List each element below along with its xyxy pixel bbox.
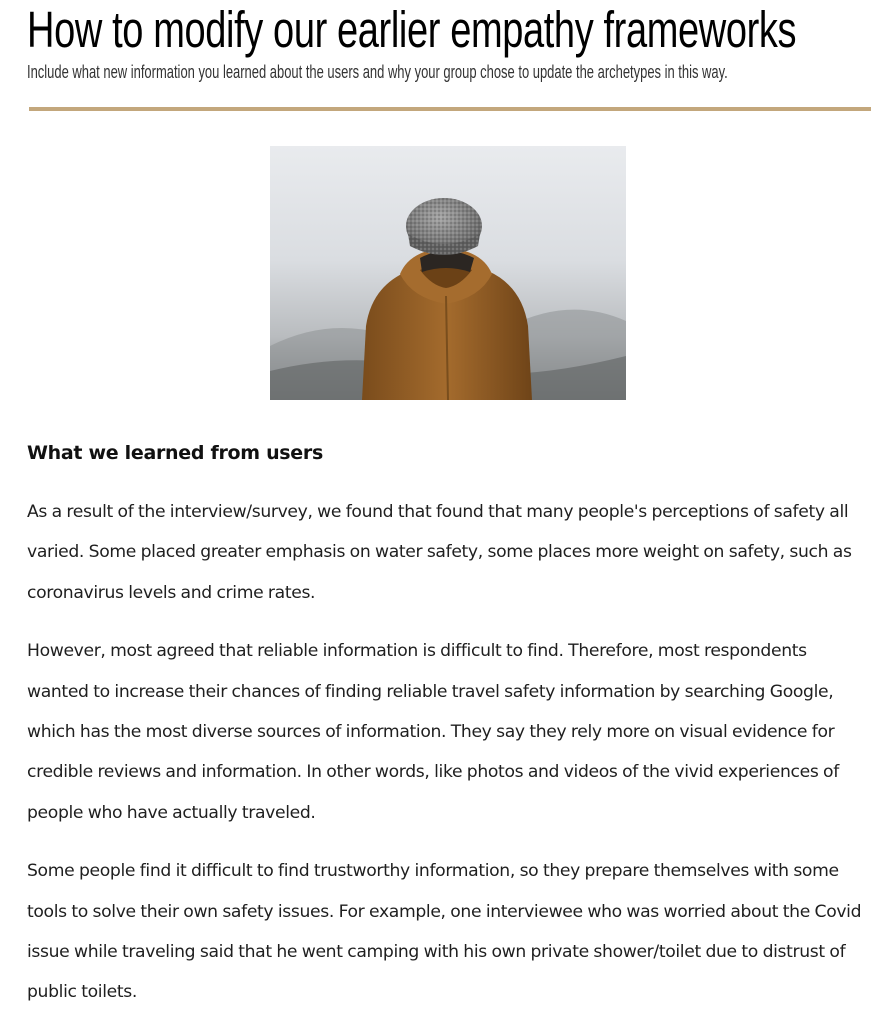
paragraph-reliable-information: However, most agreed that reliable infor… [27, 641, 839, 823]
person-in-beanie-photo [270, 146, 626, 400]
page-subtitle: Include what new information you learned… [27, 62, 728, 82]
learned-from-users-section: What we learned from users As a result o… [27, 436, 872, 1031]
hero-photo [270, 146, 626, 400]
page-header: How to modify our earlier empathy framew… [27, 0, 877, 82]
paragraph-safety-tools: Some people find it difficult to find tr… [27, 861, 862, 1003]
page-title: How to modify our earlier empathy framew… [27, 1, 797, 58]
header-divider [29, 107, 871, 111]
paragraph-perceptions: As a result of the interview/survey, we … [27, 502, 852, 603]
section-heading: What we learned from users [27, 442, 323, 464]
